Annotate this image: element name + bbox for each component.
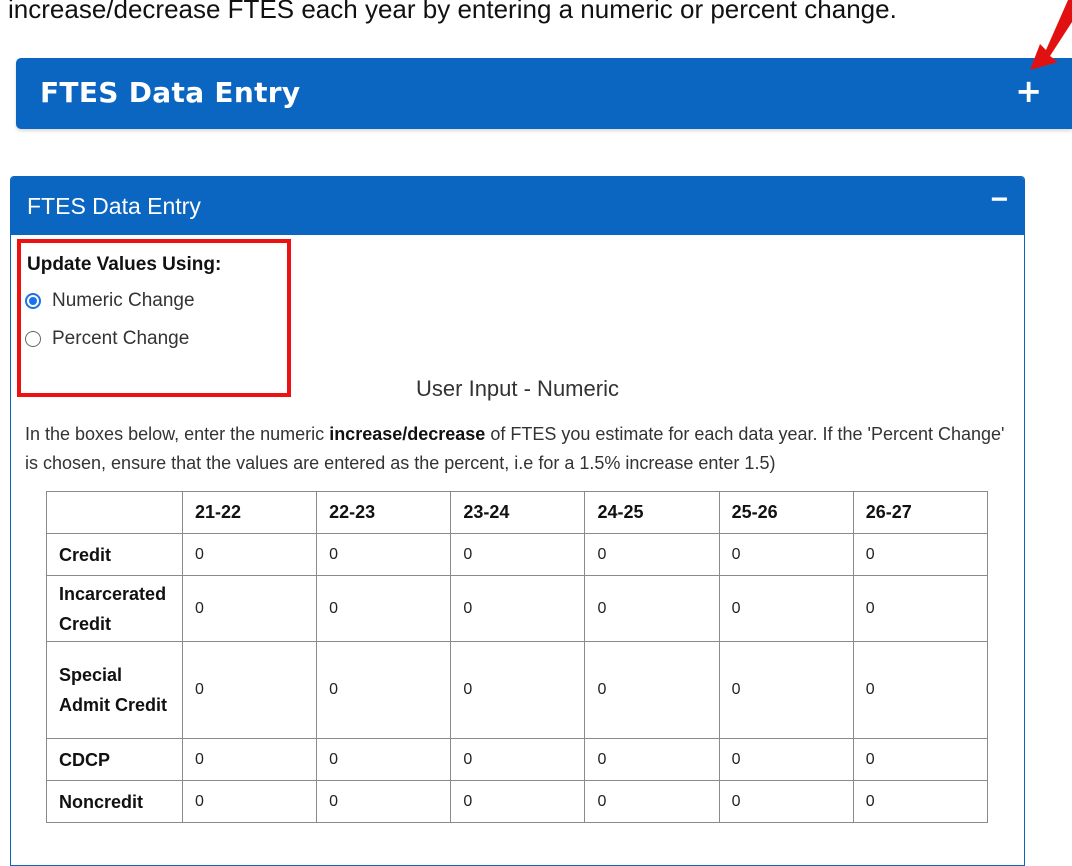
column-header: 26-27 [852,491,989,534]
table-row: CDCP 0 0 0 0 0 0 [46,738,989,781]
table-row: Incarcerated Credit 0 0 0 0 0 0 [46,575,989,642]
table-row: Special Admit Credit 0 0 0 0 0 0 [46,641,989,739]
value-cell[interactable]: 0 [181,641,318,739]
value-cell[interactable]: 0 [584,780,720,823]
value-cell[interactable]: 0 [316,533,452,576]
radio-percent-label: Percent Change [52,328,190,349]
value-cell[interactable]: 0 [450,533,586,576]
value-cell[interactable]: 0 [852,533,989,576]
value-cell[interactable]: 0 [316,738,452,781]
value-cell[interactable]: 0 [718,780,854,823]
ftes-input-table: 21-22 22-23 23-24 24-25 25-26 26-27 Cred… [46,491,989,823]
radio-numeric-change[interactable]: Numeric Change [25,290,195,312]
value-cell[interactable]: 0 [718,533,854,576]
radio-percent-change[interactable]: Percent Change [25,328,189,350]
collapsed-ftes-panel-header[interactable]: FTES Data Entry + [16,58,1072,129]
column-header: 25-26 [718,491,854,534]
value-cell[interactable]: 0 [852,641,989,739]
radio-numeric-label: Numeric Change [52,290,195,311]
row-label: Incarcerated Credit [46,575,183,642]
row-label: Special Admit Credit [46,641,183,739]
table-row: Credit 0 0 0 0 0 0 [46,533,989,576]
table-header-row: 21-22 22-23 23-24 24-25 25-26 26-27 [46,491,989,534]
column-header: 23-24 [450,491,586,534]
update-values-label: Update Values Using: [27,254,222,275]
value-cell[interactable]: 0 [718,575,854,642]
panel-title: FTES Data Entry [27,193,201,219]
value-cell[interactable]: 0 [181,738,318,781]
value-cell[interactable]: 0 [181,575,318,642]
minus-icon[interactable]: − [990,183,1008,217]
row-label: Noncredit [46,780,183,823]
radio-button-unselected[interactable] [25,331,41,347]
value-cell[interactable]: 0 [316,780,452,823]
column-header: 21-22 [181,491,318,534]
value-cell[interactable]: 0 [450,780,586,823]
red-arrow-icon [1030,0,1072,70]
plus-icon[interactable]: + [1015,72,1042,110]
value-cell[interactable]: 0 [718,641,854,739]
value-cell[interactable]: 0 [852,738,989,781]
section-heading: User Input - Numeric [416,376,619,401]
value-cell[interactable]: 0 [584,738,720,781]
value-cell[interactable]: 0 [316,575,452,642]
value-cell[interactable]: 0 [450,575,586,642]
value-cell[interactable]: 0 [718,738,854,781]
row-label: CDCP [46,738,183,781]
column-header: 22-23 [316,491,452,534]
value-cell[interactable]: 0 [316,641,452,739]
value-cell[interactable]: 0 [450,641,586,739]
radio-button-selected[interactable] [25,293,41,309]
value-cell[interactable]: 0 [450,738,586,781]
column-header: 24-25 [584,491,720,534]
column-header [46,491,183,534]
value-cell[interactable]: 0 [584,641,720,739]
value-cell[interactable]: 0 [852,780,989,823]
panel-header[interactable]: FTES Data Entry − [11,177,1024,235]
row-label: Credit [46,533,183,576]
value-cell[interactable]: 0 [181,780,318,823]
value-cell[interactable]: 0 [852,575,989,642]
value-cell[interactable]: 0 [181,533,318,576]
table-row: Noncredit 0 0 0 0 0 0 [46,780,989,823]
value-cell[interactable]: 0 [584,533,720,576]
value-cell[interactable]: 0 [584,575,720,642]
instructions-text: In the boxes below, enter the numeric in… [25,424,1005,473]
collapsed-panel-title: FTES Data Entry [40,76,301,109]
intro-text: increase/decrease FTES each year by ente… [8,0,897,24]
